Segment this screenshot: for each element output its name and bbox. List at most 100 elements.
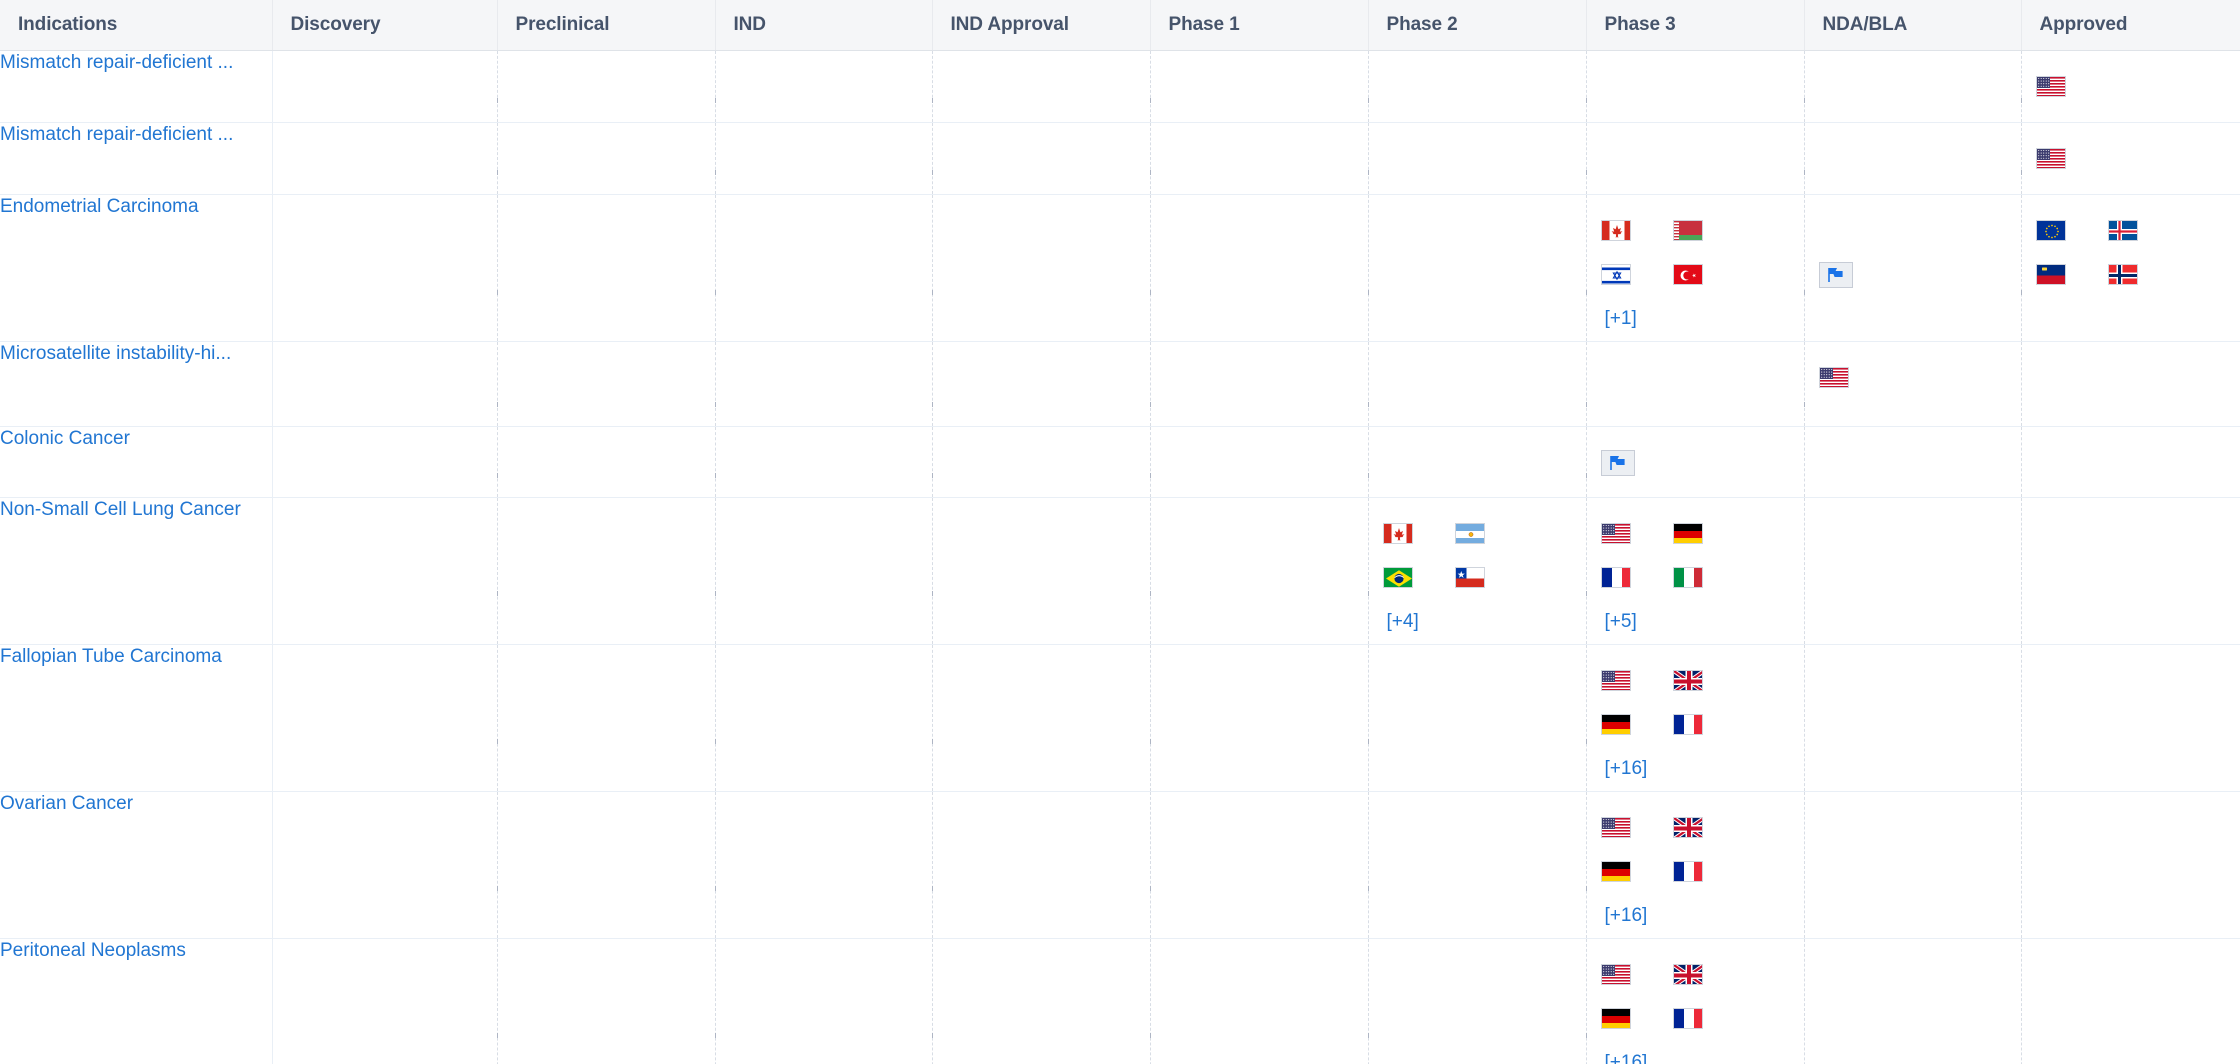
canada-flag[interactable] xyxy=(1600,220,1631,241)
indication-link[interactable]: Fallopian Tube Carcinoma xyxy=(0,645,272,669)
stage-cell-approved xyxy=(2021,122,2240,195)
stage-cell-discovery xyxy=(272,644,498,792)
column-header-discovery[interactable]: Discovery xyxy=(272,0,498,51)
united-states-flag[interactable] xyxy=(1600,523,1631,544)
indication-link[interactable]: Peritoneal Neoplasms xyxy=(0,939,272,963)
stage-cell-phase2 xyxy=(1368,938,1587,1064)
iceland-flag[interactable] xyxy=(2107,220,2138,241)
column-header-phase2[interactable]: Phase 2 xyxy=(1368,0,1587,51)
indication-link[interactable]: Endometrial Carcinoma xyxy=(0,195,272,219)
germany-flag[interactable] xyxy=(1600,714,1631,735)
flag-slot xyxy=(1672,659,1745,703)
stage-cell-ind xyxy=(715,50,933,123)
more-countries-link[interactable]: [+5] xyxy=(1601,600,1673,644)
flag-slot xyxy=(1382,512,1455,556)
germany-flag[interactable] xyxy=(1672,523,1703,544)
stage-cell-nda_bla xyxy=(1804,791,2022,939)
germany-flag[interactable] xyxy=(1600,861,1631,882)
stage-cell-ind xyxy=(715,426,933,498)
stage-cell-ind xyxy=(715,194,933,342)
united-kingdom-flag[interactable] xyxy=(1672,817,1703,838)
france-flag[interactable] xyxy=(1672,861,1703,882)
european-union-flag[interactable] xyxy=(2035,220,2066,241)
indication-link[interactable]: Ovarian Cancer xyxy=(0,792,272,816)
column-header-ind_approval[interactable]: IND Approval xyxy=(932,0,1151,51)
more-countries-link[interactable]: [+16] xyxy=(1601,894,1673,938)
indication-link[interactable]: Microsatellite instability-hi... xyxy=(0,342,272,366)
indication-cell: Endometrial Carcinoma xyxy=(0,194,2213,342)
stage-cell-phase2 xyxy=(1368,644,1587,792)
indication-cell: Colonic Cancer xyxy=(0,426,1771,498)
stage-cell-phase3 xyxy=(1586,426,1805,498)
stage-cell-phase1 xyxy=(1150,938,1369,1064)
column-header-preclinical[interactable]: Preclinical xyxy=(497,0,716,51)
generic-flag-icon[interactable] xyxy=(1818,261,1853,288)
united-states-flag[interactable] xyxy=(2035,76,2066,97)
brazil-flag[interactable] xyxy=(1382,567,1413,588)
stage-cell-discovery xyxy=(272,122,498,195)
column-header-nda_bla[interactable]: NDA/BLA xyxy=(1804,0,2022,51)
chile-flag[interactable] xyxy=(1454,567,1485,588)
germany-flag[interactable] xyxy=(1600,1008,1631,1029)
column-header-phase3[interactable]: Phase 3 xyxy=(1586,0,1805,51)
stage-cell-ind xyxy=(715,122,933,195)
indication-cell: Mismatch repair-deficient ... xyxy=(0,122,2213,195)
stage-cell-ind xyxy=(715,497,933,645)
israel-flag[interactable] xyxy=(1600,264,1631,285)
flag-slot xyxy=(2035,253,2108,297)
flag-slot xyxy=(1382,556,1455,600)
stage-cell-ind_approval xyxy=(932,791,1151,939)
france-flag[interactable] xyxy=(1672,1008,1703,1029)
turkey-flag[interactable] xyxy=(1672,264,1703,285)
united-kingdom-flag[interactable] xyxy=(1672,964,1703,985)
column-header-indications[interactable]: Indications xyxy=(0,0,273,51)
liechtenstein-flag[interactable] xyxy=(2035,264,2066,285)
argentina-flag[interactable] xyxy=(1454,523,1485,544)
flag-slot xyxy=(1672,556,1745,600)
canada-flag[interactable] xyxy=(1382,523,1413,544)
united-states-flag[interactable] xyxy=(1818,367,1849,388)
column-header-approved[interactable]: Approved xyxy=(2021,0,2240,51)
stage-cell-ind_approval xyxy=(932,426,1151,498)
stage-cell-preclinical xyxy=(497,341,716,427)
table-header: Indications Discovery Preclinical IND IND Ap… xyxy=(0,0,2240,51)
flag-group xyxy=(1587,427,1805,485)
united-states-flag[interactable] xyxy=(1600,670,1631,691)
indication-link[interactable]: Mismatch repair-deficient ... xyxy=(0,123,272,147)
france-flag[interactable] xyxy=(1672,714,1703,735)
stage-cell-phase1 xyxy=(1150,194,1369,342)
column-header-phase1[interactable]: Phase 1 xyxy=(1150,0,1369,51)
stage-cell-approved xyxy=(2021,791,2240,939)
belarus-flag[interactable] xyxy=(1672,220,1703,241)
stage-cell-phase3 xyxy=(1586,50,1805,123)
table-row: Ovarian Cancer [+16] xyxy=(0,791,2240,939)
more-countries-link[interactable]: [+4] xyxy=(1383,600,1455,644)
more-countries-link[interactable]: [+1] xyxy=(1601,297,1673,341)
flag-slot xyxy=(1454,556,1527,600)
table-body: Mismatch repair-deficient ... Mismatch r… xyxy=(0,50,2240,1064)
generic-flag-icon[interactable] xyxy=(1600,449,1635,476)
more-countries-link[interactable]: [+16] xyxy=(1601,1041,1673,1064)
stage-cell-ind xyxy=(715,938,933,1064)
united-states-flag[interactable] xyxy=(1600,964,1631,985)
stage-cell-phase2 xyxy=(1368,426,1587,498)
flag-slot xyxy=(1600,253,1673,297)
flag-slot xyxy=(1818,356,1891,400)
flag-slot xyxy=(1600,659,1673,703)
indication-link[interactable]: Non-Small Cell Lung Cancer xyxy=(0,498,272,522)
indication-link[interactable]: Mismatch repair-deficient ... xyxy=(0,51,272,75)
indication-link[interactable]: Colonic Cancer xyxy=(0,427,272,451)
france-flag[interactable] xyxy=(1600,567,1631,588)
united-kingdom-flag[interactable] xyxy=(1672,670,1703,691)
flag-group: [+4] xyxy=(1369,498,1587,644)
stage-cell-approved xyxy=(2021,341,2240,427)
italy-flag[interactable] xyxy=(1672,567,1703,588)
norway-flag[interactable] xyxy=(2107,264,2138,285)
stage-cell-preclinical xyxy=(497,644,716,792)
column-header-ind[interactable]: IND xyxy=(715,0,933,51)
flag-slot xyxy=(1672,806,1745,850)
united-states-flag[interactable] xyxy=(1600,817,1631,838)
united-states-flag[interactable] xyxy=(2035,148,2066,169)
more-countries-link[interactable]: [+16] xyxy=(1601,747,1673,791)
stage-cell-phase3 xyxy=(1586,122,1805,195)
